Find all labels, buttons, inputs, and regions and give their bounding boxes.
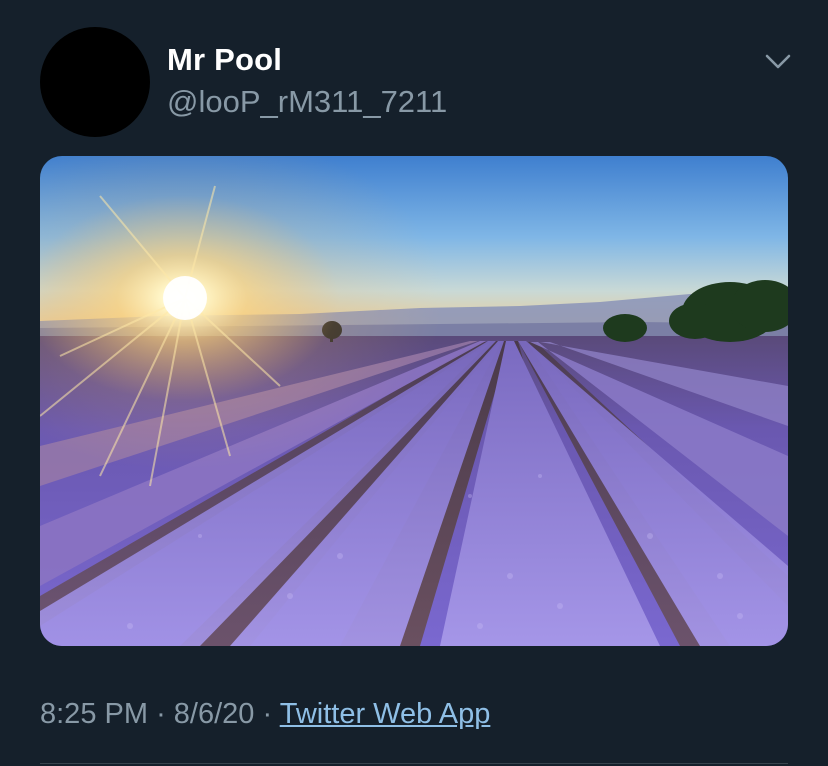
chevron-down-icon — [765, 54, 791, 69]
user-handle[interactable]: @looP_rM311_7211 — [167, 84, 447, 120]
meta-separator: · — [262, 698, 273, 730]
avatar[interactable] — [40, 27, 150, 137]
tweet-time[interactable]: 8:25 PM — [40, 698, 148, 730]
tweet-meta: 8:25 PM · 8/6/20 · Twitter Web App — [40, 698, 490, 731]
display-name[interactable]: Mr Pool — [167, 42, 282, 78]
meta-separator: · — [156, 698, 166, 730]
tweet-date[interactable]: 8/6/20 — [174, 698, 255, 730]
lavender-field-image — [40, 156, 788, 646]
more-options-button[interactable] — [762, 48, 794, 76]
tweet-source-link[interactable]: Twitter Web App — [280, 698, 491, 730]
divider — [40, 763, 788, 764]
tweet-photo[interactable] — [40, 156, 788, 646]
tweet-card: Mr Pool @looP_rM311_7211 8:25 PM · 8/6/2… — [0, 0, 828, 766]
